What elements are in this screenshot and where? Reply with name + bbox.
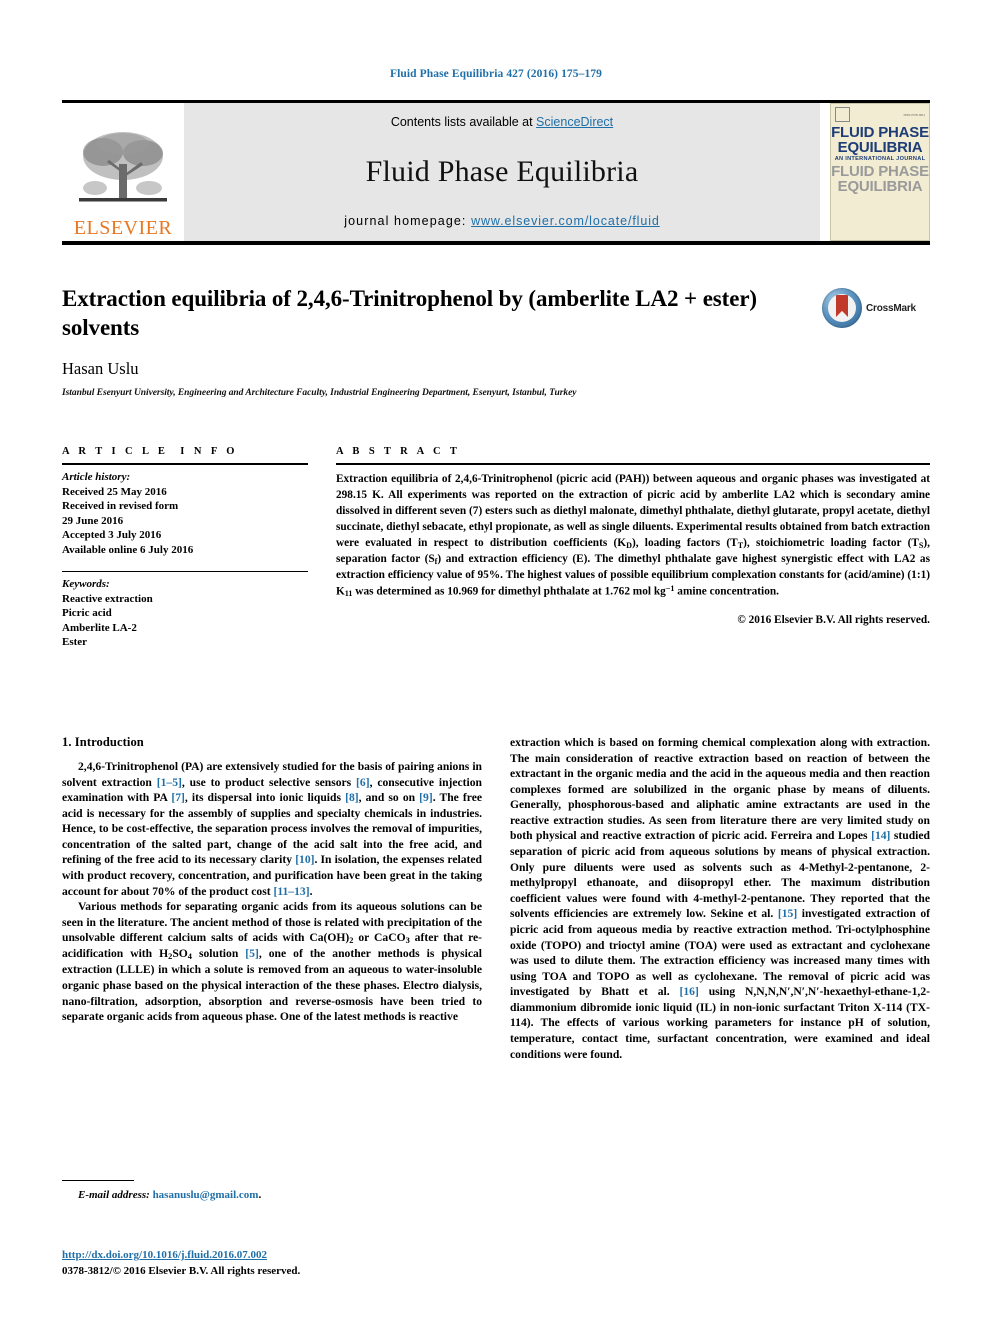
- contents-prefix: Contents lists available at: [390, 115, 537, 129]
- sciencedirect-link[interactable]: ScienceDirect: [536, 115, 613, 129]
- crossmark-label: CrossMark: [866, 302, 916, 314]
- cover-topbar: ISSN 0378-3812: [834, 107, 926, 122]
- article-info-heading: A R T I C L E I N F O: [62, 446, 238, 457]
- cover-title-line-1: FLUID PHASE: [831, 124, 929, 141]
- email-label: E-mail address:: [78, 1189, 150, 1201]
- cover-elsevier-mini-icon: [834, 107, 850, 122]
- footnote-block: E-mail address: hasanuslu@gmail.com.: [62, 1180, 482, 1201]
- keywords-label: Keywords:: [62, 578, 110, 591]
- elsevier-wordmark: ELSEVIER: [73, 217, 173, 239]
- intro-paragraph: extraction which is based on forming che…: [510, 736, 930, 1061]
- paper-page: Fluid Phase Equilibria 427 (2016) 175–17…: [0, 0, 992, 1323]
- article-history-label: Article history:: [62, 471, 131, 483]
- article-info-column: A R T I C L E I N F O Article history: R…: [62, 446, 308, 650]
- keyword-item: Reactive extraction: [62, 592, 153, 605]
- masthead-center: Contents lists available at ScienceDirec…: [184, 103, 820, 241]
- cover-subtitle: AN INTERNATIONAL JOURNAL: [834, 156, 926, 162]
- keywords-block: Keywords: Reactive extraction Picric aci…: [62, 572, 308, 650]
- email-link[interactable]: hasanuslu@gmail.com: [153, 1189, 259, 1201]
- intro-paragraph: 2,4,6-Trinitrophenol (PA) are extensivel…: [62, 760, 483, 898]
- footnote-rule: [62, 1180, 134, 1181]
- journal-homepage-link[interactable]: www.elsevier.com/locate/fluid: [471, 214, 660, 228]
- cover-title-line-2: EQUILIBRIA: [837, 139, 923, 156]
- body-columns: 1. Introduction 2,4,6-Trinitrophenol (PA…: [62, 735, 930, 1062]
- history-item: Available online 6 July 2016: [62, 543, 194, 556]
- introduction-heading: 1. Introduction: [62, 735, 144, 749]
- keyword-item: Ester: [62, 636, 88, 649]
- homepage-prefix: journal homepage:: [344, 214, 472, 228]
- crossmark-icon: [822, 288, 862, 328]
- keyword-item: Picric acid: [62, 607, 112, 620]
- journal-homepage-line: journal homepage: www.elsevier.com/locat…: [344, 214, 660, 228]
- article-title: Extraction equilibria of 2,4,6-Trinitrop…: [62, 286, 757, 340]
- contents-available-line: Contents lists available at ScienceDirec…: [391, 115, 613, 129]
- journal-cover-thumbnail: ISSN 0378-3812 FLUID PHASE EQUILIBRIA AN…: [830, 103, 930, 241]
- info-abstract-row: A R T I C L E I N F O Article history: R…: [62, 446, 930, 650]
- history-item: Received 25 May 2016: [62, 485, 167, 498]
- history-item: 29 June 2016: [62, 514, 124, 527]
- journal-title: Fluid Phase Equilibria: [365, 154, 639, 188]
- history-item: Accepted 3 July 2016: [62, 529, 162, 542]
- cover-title-line-4: EQUILIBRIA: [837, 178, 923, 195]
- author-name: Hasan Uslu: [62, 358, 139, 378]
- crossmark-badge[interactable]: CrossMark: [822, 287, 930, 329]
- body-column-right: extraction which is based on forming che…: [510, 735, 930, 1062]
- article-history-block: Article history: Received 25 May 2016 Re…: [62, 465, 308, 557]
- elsevier-logo: ELSEVIER: [62, 103, 184, 241]
- abstract-text: Extraction equilibria of 2,4,6-Trinitrop…: [336, 473, 931, 599]
- cover-issn-text: ISSN 0378-3812: [903, 112, 926, 117]
- keyword-item: Amberlite LA-2: [62, 621, 137, 634]
- doi-block: http://dx.doi.org/10.1016/j.fluid.2016.0…: [62, 1248, 542, 1279]
- body-column-left: 1. Introduction 2,4,6-Trinitrophenol (PA…: [62, 735, 482, 1062]
- abstract-column: A B S T R A C T Extraction equilibria of…: [336, 446, 930, 650]
- abstract-heading: A B S T R A C T: [336, 446, 461, 457]
- issn-copyright-line: 0378-3812/© 2016 Elsevier B.V. All right…: [62, 1264, 301, 1277]
- footnote-email-line: E-mail address: hasanuslu@gmail.com.: [78, 1189, 262, 1201]
- journal-masthead: ELSEVIER Contents lists available at Sci…: [62, 100, 930, 245]
- author-affiliation: Istanbul Esenyurt University, Engineerin…: [62, 387, 577, 398]
- abstract-copyright: © 2016 Elsevier B.V. All rights reserved…: [737, 613, 930, 626]
- cover-title-line-3: FLUID PHASE: [831, 163, 929, 180]
- title-block: Extraction equilibria of 2,4,6-Trinitrop…: [62, 285, 930, 398]
- history-item: Received in revised form: [62, 500, 179, 513]
- doi-link[interactable]: http://dx.doi.org/10.1016/j.fluid.2016.0…: [62, 1249, 267, 1261]
- elsevier-tree-icon: [75, 126, 171, 218]
- running-head: Fluid Phase Equilibria 427 (2016) 175–17…: [389, 68, 603, 80]
- intro-paragraph: Various methods for separating organic a…: [62, 900, 483, 1024]
